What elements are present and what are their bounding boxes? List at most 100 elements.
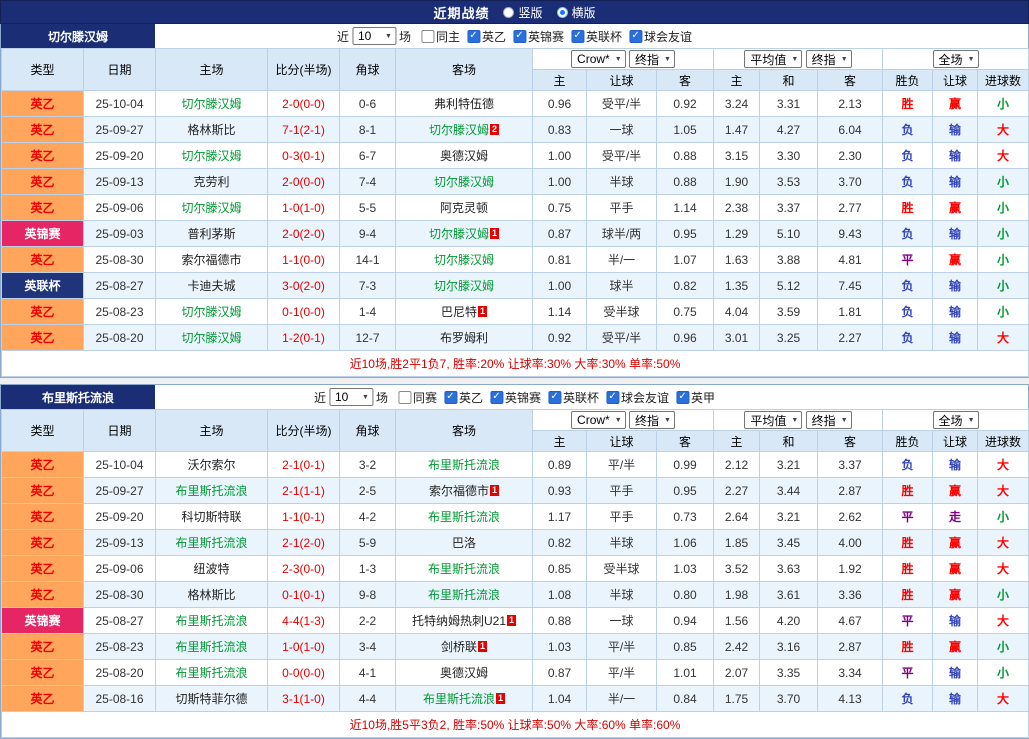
average-select[interactable]: 平均值▼ (744, 50, 802, 68)
filter-checkbox-5[interactable]: 球会友谊 (606, 389, 669, 406)
team-link: 切尔滕汉姆 (434, 253, 494, 267)
checkbox-label: 英乙 (459, 389, 483, 406)
filter-checkbox-4[interactable]: 英联杯 (571, 28, 622, 45)
avg-away: 2.30 (818, 143, 883, 169)
sub-away: 客 (818, 70, 883, 91)
checkbox-label: 英联杯 (586, 28, 622, 45)
match-count-select[interactable]: 10 ▼ (352, 27, 396, 45)
handicap-line: 半球 (587, 169, 657, 195)
result-outcome: 平 (883, 504, 933, 530)
away-team-cell: 布里斯托流浪 (396, 452, 533, 478)
avg-draw: 3.59 (760, 299, 818, 325)
odds-time-select[interactable]: 终指▼ (629, 50, 675, 68)
filter-checkbox-1[interactable]: 同赛 (398, 389, 437, 406)
near-label: 近 (337, 28, 349, 45)
filter-checkbox-1[interactable]: 同主 (421, 28, 460, 45)
odds-home: 0.96 (533, 91, 587, 117)
view-option-2[interactable]: 横版 (557, 4, 596, 21)
corner-cell: 3-2 (340, 452, 396, 478)
odds-time-select[interactable]: 终指▼ (629, 411, 675, 429)
bookmaker-select[interactable]: Crow*▼ (571, 411, 626, 429)
avg-draw: 3.21 (760, 504, 818, 530)
filter-checkbox-3[interactable]: 英锦赛 (490, 389, 541, 406)
result-outcome: 负 (883, 273, 933, 299)
col-home: 主场 (156, 49, 268, 91)
filter-checkbox-2[interactable]: 英乙 (467, 28, 506, 45)
checkbox-icon (571, 30, 584, 43)
avg-away: 3.70 (818, 169, 883, 195)
match-row: 英乙25-08-16切斯特菲尔德3-1(1-0)4-4布里斯托流浪11.04半/… (2, 686, 1029, 712)
games-label: 场 (399, 28, 411, 45)
score-cell: 2-1(0-1) (268, 452, 340, 478)
league-cell: 英乙 (2, 634, 84, 660)
match-row: 英乙25-08-23切尔滕汉姆0-1(0-0)1-4巴尼特11.14受半球0.7… (2, 299, 1029, 325)
avg-draw: 4.20 (760, 608, 818, 634)
avg-away: 2.87 (818, 478, 883, 504)
bookmaker-select[interactable]: Crow*▼ (571, 50, 626, 68)
result-handicap: 输 (933, 299, 978, 325)
odds-away: 0.80 (657, 582, 714, 608)
result-handicap: 输 (933, 608, 978, 634)
match-row: 英锦赛25-09-03普利茅斯2-0(2-0)9-4切尔滕汉姆10.87球半/两… (2, 221, 1029, 247)
chevron-down-icon: ▼ (791, 417, 798, 424)
checkbox-label: 英锦赛 (528, 28, 564, 45)
home-team-cell: 克劳利 (156, 169, 268, 195)
filter-checkbox-6[interactable]: 英甲 (676, 389, 715, 406)
sub-draw: 和 (760, 70, 818, 91)
odds-home: 1.17 (533, 504, 587, 530)
average-select[interactable]: 平均值▼ (744, 411, 802, 429)
red-card-badge: 1 (490, 485, 499, 496)
date-cell: 25-08-30 (84, 582, 156, 608)
result-goals: 小 (978, 504, 1029, 530)
odds-time-select[interactable]: 终指▼ (806, 411, 852, 429)
team-link: 奥德汉姆 (440, 149, 488, 163)
odds-home: 0.93 (533, 478, 587, 504)
filter-checkbox-4[interactable]: 英联杯 (548, 389, 599, 406)
odds-away: 1.03 (657, 556, 714, 582)
team-link: 托特纳姆热刺U21 (412, 614, 506, 628)
odds-time-select[interactable]: 终指▼ (806, 50, 852, 68)
league-cell: 英乙 (2, 582, 84, 608)
avg-home: 1.85 (714, 530, 760, 556)
view-toggle: 竖版横版 (489, 4, 595, 21)
view-option-1[interactable]: 竖版 (503, 4, 542, 21)
col-home: 主场 (156, 410, 268, 452)
odds-home: 1.00 (533, 169, 587, 195)
league-cell: 英乙 (2, 478, 84, 504)
filter-checkbox-5[interactable]: 球会友谊 (629, 28, 692, 45)
score-cell: 2-1(2-0) (268, 530, 340, 556)
scope-select[interactable]: 全场▼ (933, 411, 979, 429)
checkbox-icon (548, 391, 561, 404)
avg-home: 2.38 (714, 195, 760, 221)
home-team-cell: 切尔滕汉姆 (156, 299, 268, 325)
checkbox-label: 英锦赛 (505, 389, 541, 406)
checkbox-icon (629, 30, 642, 43)
team-link: 巴尼特 (441, 305, 477, 319)
handicap-line: 半/一 (587, 686, 657, 712)
corner-cell: 4-2 (340, 504, 396, 530)
red-card-badge: 1 (490, 228, 499, 239)
score-cell: 4-4(1-3) (268, 608, 340, 634)
filter-checkbox-3[interactable]: 英锦赛 (513, 28, 564, 45)
date-cell: 25-08-23 (84, 299, 156, 325)
col-score: 比分(半场) (268, 410, 340, 452)
odds-away: 0.73 (657, 504, 714, 530)
result-goals: 小 (978, 169, 1029, 195)
match-row: 英乙25-08-20布里斯托流浪0-0(0-0)4-1奥德汉姆0.87平/半1.… (2, 660, 1029, 686)
result-goals: 大 (978, 556, 1029, 582)
match-count-select[interactable]: 10 ▼ (329, 388, 373, 406)
result-handicap: 赢 (933, 582, 978, 608)
result-handicap: 赢 (933, 556, 978, 582)
avg-home: 1.56 (714, 608, 760, 634)
team-link: 布里斯托流浪 (428, 458, 500, 472)
team-link: 布里斯托流浪 (175, 536, 247, 550)
handicap-line: 受平/半 (587, 143, 657, 169)
away-team-cell: 奥德汉姆 (396, 660, 533, 686)
filter-checkbox-2[interactable]: 英乙 (444, 389, 483, 406)
league-cell: 英乙 (2, 169, 84, 195)
away-team-cell: 托特纳姆热刺U211 (396, 608, 533, 634)
team-link: 切尔滕汉姆 (434, 175, 494, 189)
scope-select[interactable]: 全场▼ (933, 50, 979, 68)
home-team-cell: 切尔滕汉姆 (156, 325, 268, 351)
checkbox-icon (676, 391, 689, 404)
